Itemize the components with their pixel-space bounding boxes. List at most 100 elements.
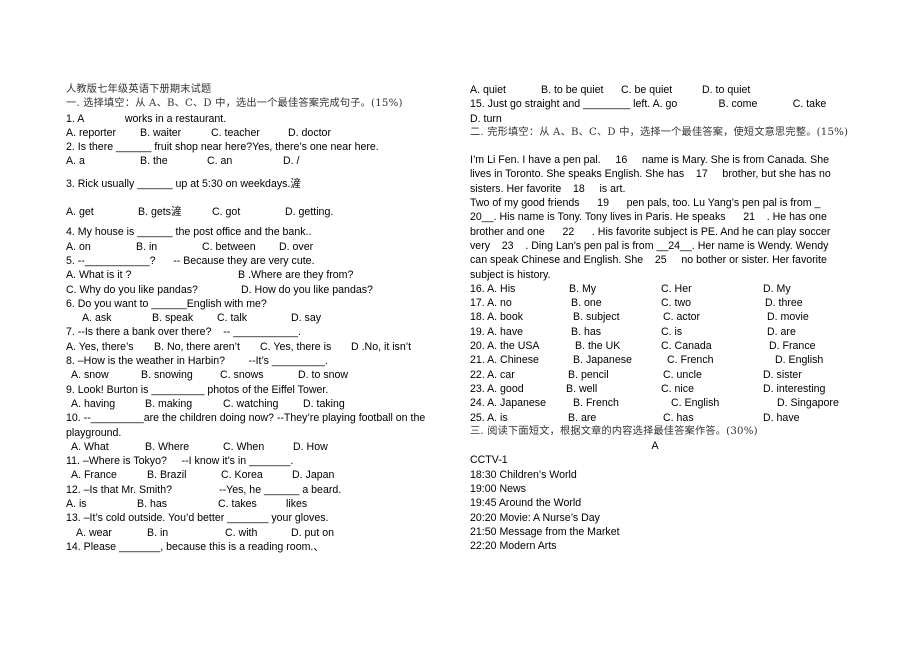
options-1: A. reporter B. waiter C. teacher D. doct… — [66, 126, 446, 140]
option: B. No, there aren’t — [154, 340, 240, 353]
section3-heading: 三. 阅读下面短文，根据文章的内容选择最佳答案作答。(30%) — [470, 425, 758, 437]
option: B. has — [137, 498, 168, 511]
option: 24. A. Japanese — [470, 397, 546, 410]
question-6: 6. Do you want to ______English with me? — [66, 297, 267, 310]
option: C. French — [667, 354, 714, 367]
cloze-choice-row: 25. A. is B. are C. has D. have — [470, 411, 860, 425]
option: C. two — [661, 297, 692, 310]
option: C. uncle — [663, 368, 702, 381]
cloze-choice-row: 18. A. book B. subject C. actor D. movie — [470, 310, 860, 324]
option: B .Where are they from? — [238, 269, 354, 282]
passage-line: very 23 . Ding Lan’s pen pal is from __2… — [470, 239, 829, 252]
option: C. Yes, there is — [260, 340, 332, 353]
option: C. Her — [661, 282, 692, 295]
cloze-choice-row: 17. A. no B. one C. two D. three — [470, 296, 860, 310]
passage-line: can speak Chinese and English. She 25 no… — [470, 254, 827, 267]
option: B. gets滻 — [138, 206, 182, 219]
option: B. in — [147, 526, 169, 539]
option: D. / — [283, 155, 300, 168]
question-2: 2. Is there ______ fruit shop near here?… — [66, 141, 379, 154]
question-1: 1. A works in a restaurant. — [66, 112, 227, 125]
options-3: A. get B. gets滻 C. got D. getting. — [66, 205, 446, 219]
section2-heading: 二. 完形填空：从 A、B、C、D 中，选择一个最佳答案，使短文意思完整。(15… — [470, 126, 849, 138]
option: A. What — [71, 440, 109, 453]
right-column: A. quiet B. to be quiet C. be quiet D. t… — [470, 83, 860, 554]
option: C. Canada — [661, 340, 712, 353]
option: C. talk — [217, 312, 248, 325]
question-7: 7. --Is there a bank over there? -- ____… — [66, 326, 301, 339]
question-5: 5. --___________? -- Because they are ve… — [66, 254, 315, 267]
option: D. doctor — [288, 126, 331, 139]
option: 16. A. His — [470, 282, 516, 295]
cloze-choice-row: 21. A. Chinese B. Japanese C. French D. Eng… — [470, 353, 860, 367]
option: 17. A. no — [470, 297, 512, 310]
question-10: 10. --_________are the children doing no… — [66, 412, 426, 439]
option: C. teacher — [211, 126, 260, 139]
option: C. Why do you like pandas? — [66, 283, 198, 296]
option: D. getting. — [285, 206, 334, 219]
option: C. actor — [663, 311, 701, 324]
document-title: 人教版七年级英语下册期末试题 — [66, 84, 212, 95]
option: C. When — [223, 440, 265, 453]
option: D. to quiet — [702, 84, 751, 96]
question-15-cont: D. turn — [470, 112, 502, 125]
options-9: A. having B. making C. watching D. takin… — [66, 397, 446, 411]
option: likes — [286, 498, 308, 511]
passage-line: sisters. Her favorite 18 is art. — [470, 182, 626, 195]
option: D. interesting — [763, 382, 826, 395]
option: 22. A. car — [470, 368, 515, 381]
options-10: A. What B. Where C. When D. How — [66, 440, 446, 454]
cloze-choice-row: 22. A. car B. pencil C. uncle D. sister — [470, 368, 860, 382]
option: B. French — [573, 397, 619, 410]
passage-line: lives in Toronto. She speaks English. Sh… — [470, 168, 831, 181]
option: A. a — [66, 155, 85, 168]
schedule-item: 19:00 News — [470, 483, 526, 496]
option: D. put on — [291, 526, 334, 539]
option: D. Japan — [292, 469, 335, 482]
option: C. be quiet — [621, 84, 673, 96]
option: A. having — [71, 397, 116, 410]
option: D. taking — [303, 397, 345, 410]
passage-line: Two of my good friends 19 pen pals, too.… — [470, 197, 821, 210]
option: D. to snow — [298, 369, 349, 382]
question-4: 4. My house is ______ the post office an… — [66, 226, 312, 239]
option: B. subject — [573, 311, 620, 324]
option: C. watching — [223, 397, 279, 410]
passage-line: 20__. His name is Tony. Tony lives in Pa… — [470, 211, 827, 224]
option: D .No, it isn’t — [351, 340, 412, 353]
option: A. on — [66, 240, 91, 253]
option: B. snowing — [141, 369, 193, 382]
option: D. have — [763, 411, 800, 424]
option: C. nice — [661, 382, 694, 395]
option: D. movie — [767, 311, 809, 324]
question-3: 3. Rick usually ______ up at 5:30 on wee… — [66, 177, 301, 190]
option: B. in — [136, 240, 158, 253]
option: A. wear — [76, 526, 112, 539]
option: B. has — [571, 325, 602, 338]
option: B. speak — [152, 312, 194, 325]
option: B. the UK — [575, 340, 621, 353]
schedule-item: 22:20 Modern Arts — [470, 540, 557, 553]
option: C. has — [663, 411, 694, 424]
option: B. well — [566, 382, 598, 395]
schedule-item: 21:50 Message from the Market — [470, 525, 620, 538]
passage-line: brother and one 22 . His favorite subjec… — [470, 225, 831, 238]
option: B. are — [568, 411, 597, 424]
question-13: 13. –It’s cold outside. You’d better ___… — [66, 512, 329, 525]
option: B. waiter — [140, 126, 182, 139]
option: C. an — [207, 155, 233, 168]
option: A. reporter — [66, 126, 117, 139]
option: B. My — [569, 282, 597, 295]
option: D. Singapore — [777, 397, 839, 410]
channel-name: CCTV-1 — [470, 454, 508, 467]
options-12: A. is B. has C. takes likes — [66, 497, 446, 511]
option: C. is — [661, 325, 683, 338]
option: 23. A. good — [470, 382, 524, 395]
option: C. got — [212, 206, 241, 219]
option: B. Japanese — [573, 354, 632, 367]
option: A. Yes, there’s — [66, 340, 134, 353]
option: 19. A. have — [470, 325, 524, 338]
option: D. three — [765, 297, 803, 310]
options-14: A. quiet B. to be quiet C. be quiet D. t… — [470, 83, 860, 97]
options-11: A. France B. Brazil C. Korea D. Japan — [66, 468, 446, 482]
